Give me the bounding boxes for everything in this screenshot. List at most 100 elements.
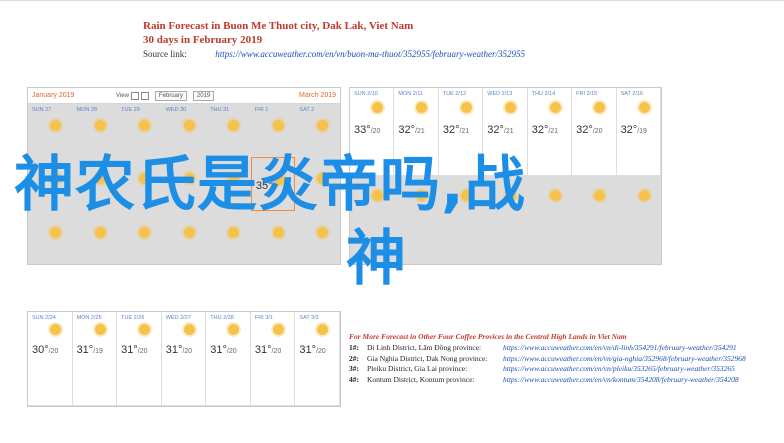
forecast-number: 4#: xyxy=(349,374,359,384)
forecast-link[interactable]: https://www.accuweather.com/en/vn/gia-ng… xyxy=(503,354,746,365)
high-temp-value: 32° xyxy=(531,124,549,136)
calendar-day-cell[interactable]: FRI 3/1 31°/20 xyxy=(250,312,296,406)
sun-icon xyxy=(139,324,151,335)
source-label: Source link: xyxy=(143,49,187,59)
day-label: FRI 2/15 xyxy=(576,91,598,97)
day-label: SAT 2 xyxy=(299,107,315,113)
sun-icon xyxy=(549,190,561,201)
forecast-number: 3#: xyxy=(349,364,359,373)
low-temp-value: /21 xyxy=(548,128,559,135)
day-label: SAT 2/16 xyxy=(620,91,643,97)
month-select[interactable]: February xyxy=(154,90,187,101)
grid-view-icon[interactable] xyxy=(140,91,149,100)
calendar-day-cell[interactable] xyxy=(527,176,573,264)
calendar-day-cell[interactable] xyxy=(616,176,661,264)
sun-icon xyxy=(505,102,517,113)
calendar-day-cell[interactable]: SUN 2/24 30°/20 xyxy=(28,312,73,406)
sun-icon xyxy=(638,190,650,201)
forecast-link[interactable]: https://www.accuweather.com/en/vn/pleiku… xyxy=(503,364,735,375)
high-temp-value: 31° xyxy=(165,344,183,356)
sun-icon xyxy=(94,324,106,335)
low-temp-value: /19 xyxy=(637,128,647,135)
high-temp: 30°/20 xyxy=(32,344,58,356)
sun-icon xyxy=(139,226,151,238)
calendar-day-cell[interactable]: FRI 2/15 32°/20 xyxy=(572,88,617,176)
low-temp-value: /20 xyxy=(48,348,59,355)
high-temp: 32°/20 xyxy=(576,124,602,136)
view-label: View xyxy=(116,92,129,99)
source-line: Source link: https://www.accuweather.com… xyxy=(143,48,703,61)
page-subtitle: 30 days in February 2019 xyxy=(143,34,263,46)
calendar-day-cell[interactable]: THU 2/14 32°/21 xyxy=(527,88,573,176)
high-temp: 31°/20 xyxy=(210,344,236,356)
day-label: THU 2/28 xyxy=(210,315,234,321)
forecast-district: Gia Nghia District, Dak Nong province: xyxy=(367,353,488,363)
low-temp-value: /20 xyxy=(271,348,282,355)
page-canvas: Rain Forecast in Buon Me Thuot city, Dak… xyxy=(0,0,784,443)
day-label: THU 31 xyxy=(210,107,230,113)
calendar-day-cell[interactable]: TUE 2/26 31°/20 xyxy=(117,312,162,406)
high-temp-value: 30° xyxy=(32,344,49,356)
day-label: MON 28 xyxy=(76,107,98,113)
high-temp: 32°/21 xyxy=(398,124,424,136)
sun-icon xyxy=(94,226,106,238)
low-temp-value: /20 xyxy=(226,348,237,355)
calendar-day-cell[interactable]: SAT 3/2 31°/20 xyxy=(295,312,340,406)
sun-icon xyxy=(638,102,650,113)
next-month-link[interactable]: March 2019 xyxy=(299,92,336,99)
page-header: Rain Forecast in Buon Me Thuot city, Dak… xyxy=(143,19,703,61)
high-temp: 31°/20 xyxy=(166,344,192,356)
low-temp-value: /20 xyxy=(182,348,193,355)
sun-icon xyxy=(228,324,240,335)
list-view-icon[interactable] xyxy=(130,91,139,100)
day-label: SUN 2/24 xyxy=(32,315,56,321)
sun-icon xyxy=(372,102,383,113)
sun-icon xyxy=(594,190,606,201)
sun-icon xyxy=(94,120,106,131)
calendar-day-cell[interactable]: WED 2/27 31°/20 xyxy=(161,312,207,406)
sun-icon xyxy=(460,102,472,113)
forecast-district: Kontum District, Kontum province: xyxy=(367,374,475,384)
sun-icon xyxy=(416,102,428,113)
high-temp-value: 31° xyxy=(210,344,227,356)
high-temp-value: 32° xyxy=(398,124,416,136)
sun-icon xyxy=(317,226,329,238)
high-temp-value: 31° xyxy=(76,344,94,356)
low-temp-value: /20 xyxy=(137,348,148,355)
forecast-number: 2#: xyxy=(349,353,359,363)
calendar-day-cell[interactable]: MON 2/25 31°/19 xyxy=(72,312,118,406)
forecast-link[interactable]: https://www.accuweather.com/en/vn/di-lin… xyxy=(503,343,737,354)
high-temp: 31°/19 xyxy=(77,344,103,356)
low-temp-value: /20 xyxy=(592,128,603,135)
sun-icon xyxy=(272,226,284,238)
sun-icon xyxy=(139,120,151,131)
calendar-day-cell[interactable] xyxy=(572,176,617,264)
high-temp-value: 32° xyxy=(576,124,593,136)
sun-icon xyxy=(549,102,561,113)
source-link[interactable]: https://www.accuweather.com/en/vn/buon-m… xyxy=(215,49,525,59)
more-forecast-title: For More Forecast in Other Four Coffee P… xyxy=(349,332,627,341)
low-temp-value: /20 xyxy=(316,348,326,355)
calendar-grid: SUN 2/24 30°/20 MON 2/25 31°/19 TUE 2/26 31°/… xyxy=(28,312,340,406)
high-temp-value: 33° xyxy=(354,124,371,136)
sun-icon xyxy=(317,324,329,335)
high-temp-value: 31° xyxy=(299,344,317,356)
year-select[interactable]: 2019 xyxy=(192,90,215,101)
more-forecast-section: For More Forecast in Other Four Coffee P… xyxy=(349,331,769,385)
high-temp: 32°/21 xyxy=(443,124,469,136)
sun-icon xyxy=(183,226,195,238)
high-temp: 31°/20 xyxy=(299,344,325,356)
day-label: WED 2/27 xyxy=(165,315,191,321)
high-temp-value: 32° xyxy=(487,124,504,136)
sun-icon xyxy=(183,120,195,131)
prev-month-link[interactable]: January 2019 xyxy=(32,92,104,99)
calendar-day-cell[interactable]: THU 2/28 31°/20 xyxy=(206,312,251,406)
forecast-district: Di Linh District, Lâm Đồng province: xyxy=(367,343,482,352)
day-label: SUN 27 xyxy=(32,107,52,113)
sun-icon xyxy=(50,226,61,238)
forecast-link[interactable]: https://www.accuweather.com/en/vn/kontum… xyxy=(503,375,739,386)
high-temp-value: 32° xyxy=(620,124,638,136)
forecast-number: 1#: xyxy=(349,343,359,352)
calendar-day-cell[interactable]: SAT 2/16 32°/19 xyxy=(616,88,661,176)
day-label: THU 2/14 xyxy=(531,91,556,97)
